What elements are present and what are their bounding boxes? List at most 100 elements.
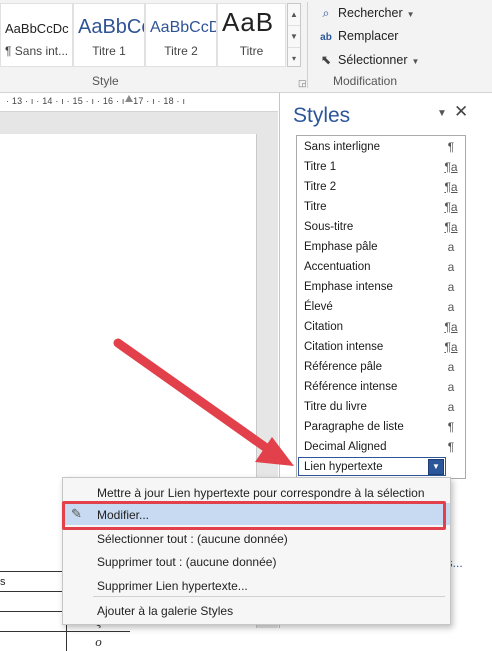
style-item[interactable]: Accentuationa (297, 257, 463, 277)
group-label-modification: Modification (333, 74, 397, 88)
menu-item-label: Supprimer Lien hypertexte... (97, 579, 248, 593)
character-style-icon: a (439, 280, 463, 294)
replace-button[interactable]: ab Remplacer (318, 29, 398, 43)
ruler-ticks: · 13 · ı · 14 · ı · 15 · ı · 16 · ı · 17… (6, 96, 185, 106)
paragraph-mark-icon: ¶ (439, 440, 463, 454)
highlight-box (62, 501, 446, 530)
gallery-more-icon[interactable]: ▾ (288, 48, 300, 69)
style-item[interactable]: Decimal Aligned ¶ (297, 437, 463, 457)
menu-item-add-to-gallery[interactable]: Ajouter à la galerie Styles (63, 599, 450, 621)
character-style-icon: a (439, 260, 463, 274)
style-item[interactable]: Référence pâlea (297, 357, 463, 377)
indent-marker-icon[interactable] (125, 95, 133, 102)
style-item-label: Lien hypertexte (304, 461, 383, 473)
paragraph-mark-icon: ¶ (439, 420, 463, 434)
style-sample: AaB (222, 7, 274, 38)
style-item-selected[interactable]: Lien hypertexte ▼ (298, 457, 446, 476)
style-item-label: Citation intense (304, 341, 383, 353)
style-item-label: Sans interligne (304, 141, 380, 153)
group-label-style: Style (92, 74, 119, 88)
menu-item-update[interactable]: Mettre à jour Lien hypertexte pour corre… (63, 481, 450, 503)
menu-separator (93, 596, 445, 597)
style-item[interactable]: Titre 2¶a (297, 177, 463, 197)
style-sample: AaBbCcD (150, 19, 217, 37)
dialog-launcher-icon[interactable]: ◲ (298, 78, 307, 89)
style-sample: AaBbCc (78, 16, 145, 39)
style-tile-titre-2[interactable]: AaBbCcD Titre 2 (145, 3, 217, 67)
chevron-down-icon: ▼ (407, 10, 415, 19)
linked-style-icon: ¶a (439, 340, 463, 354)
style-item[interactable]: Emphase intense a (297, 277, 463, 297)
style-tile-label: Titre 2 (146, 44, 216, 58)
table-cell (0, 612, 67, 632)
styles-list[interactable]: Sans interligne¶ Titre 1¶a Titre 2¶a Tit… (296, 135, 466, 479)
style-item[interactable]: Sous-titre ¶a (297, 217, 463, 237)
style-tile-titre[interactable]: AaB Titre (217, 3, 286, 67)
style-item[interactable]: Titre du livre a (297, 397, 463, 417)
style-item[interactable]: Élevé a (297, 297, 463, 317)
style-tile-label: Titre (218, 44, 285, 58)
style-tile-label: Titre 1 (74, 44, 144, 58)
find-button[interactable]: ⌕Rechercher▼ (318, 6, 415, 21)
style-item-label: Decimal Aligned (304, 441, 386, 453)
gallery-down-icon[interactable]: ▼ (288, 26, 300, 48)
find-label: Rechercher (338, 6, 403, 20)
style-item-label: Élevé (304, 301, 333, 313)
menu-item-delete-all[interactable]: Supprimer tout : (aucune donnée) (63, 550, 450, 572)
cursor-icon: ⬉ (318, 52, 334, 67)
style-item[interactable]: Titre 1¶a (297, 157, 463, 177)
style-item-label: Titre du livre (304, 401, 367, 413)
style-item-label: Titre (304, 201, 327, 213)
menu-item-label: Sélectionner tout : (aucune donnée) (97, 532, 288, 546)
style-item-label: Titre 2 (304, 181, 336, 193)
style-item-label: Titre 1 (304, 161, 336, 173)
horizontal-ruler[interactable]: · 13 · ı · 14 · ı · 15 · ı · 16 · ı · 17… (0, 93, 278, 112)
style-tile-sans-interligne[interactable]: AaBbCcDc ¶ Sans int... (0, 3, 73, 67)
select-button[interactable]: ⬉ Sélectionner ▼ (318, 52, 419, 67)
character-style-icon: a (439, 380, 463, 394)
menu-item-label: Ajouter à la galerie Styles (97, 604, 233, 618)
ribbon: AaBbCcDc ¶ Sans int... AaBbCc Titre 1 Aa… (0, 0, 492, 93)
group-divider (307, 2, 308, 88)
menu-item-select-all[interactable]: Sélectionner tout : (aucune donnée) (63, 527, 450, 549)
style-item[interactable]: Référence intense a (297, 377, 463, 397)
style-tile-titre-1[interactable]: AaBbCc Titre 1 (73, 3, 145, 67)
style-dropdown-icon[interactable]: ▼ (428, 459, 444, 475)
context-menu: Mettre à jour Lien hypertexte pour corre… (62, 477, 451, 625)
style-item[interactable]: Sans interligne ¶ (297, 137, 463, 157)
style-tile-label: ¶ Sans int... (5, 44, 72, 58)
paragraph-mark-icon: ¶ (439, 140, 463, 154)
replace-icon: ab (318, 32, 334, 43)
style-item-label: Sous-titre (304, 221, 353, 233)
style-sample: AaBbCcDc (5, 21, 69, 36)
table-cell (0, 632, 67, 651)
close-icon[interactable]: ✕ (454, 102, 468, 122)
style-item[interactable]: Titre ¶a (297, 197, 463, 217)
table-cell (0, 592, 67, 612)
style-item-label: Paragraphe de liste (304, 421, 404, 433)
gallery-up-icon[interactable]: ▲ (288, 4, 300, 26)
linked-style-icon: ¶a (439, 200, 463, 214)
select-label: Sélectionner (338, 53, 408, 67)
linked-style-icon: ¶a (439, 220, 463, 234)
style-item-label: Référence intense (304, 381, 397, 393)
style-item[interactable]: Citation intense ¶a (297, 337, 463, 357)
table-cell: s (0, 572, 67, 592)
table-cell: ο (67, 632, 131, 651)
style-item[interactable]: Citation¶a (297, 317, 463, 337)
replace-label: Remplacer (338, 29, 398, 43)
menu-item-delete[interactable]: Supprimer Lien hypertexte... (63, 574, 450, 596)
gallery-scroll[interactable]: ▲ ▼ ▾ (287, 3, 301, 67)
style-item[interactable]: Paragraphe de liste ¶ (297, 417, 463, 437)
chevron-down-icon: ▼ (412, 57, 420, 66)
styles-pane-title: Styles (293, 104, 350, 128)
style-item-label: Emphase pâle (304, 241, 378, 253)
character-style-icon: a (439, 360, 463, 374)
style-item-label: Emphase intense (304, 281, 393, 293)
style-item[interactable]: Emphase pâlea (297, 237, 463, 257)
menu-item-label: Supprimer tout : (aucune donnée) (97, 555, 276, 569)
character-style-icon: a (439, 400, 463, 414)
style-item-label: Citation (304, 321, 343, 333)
character-style-icon: a (439, 300, 463, 314)
pane-options-icon[interactable]: ▼ (437, 108, 447, 119)
